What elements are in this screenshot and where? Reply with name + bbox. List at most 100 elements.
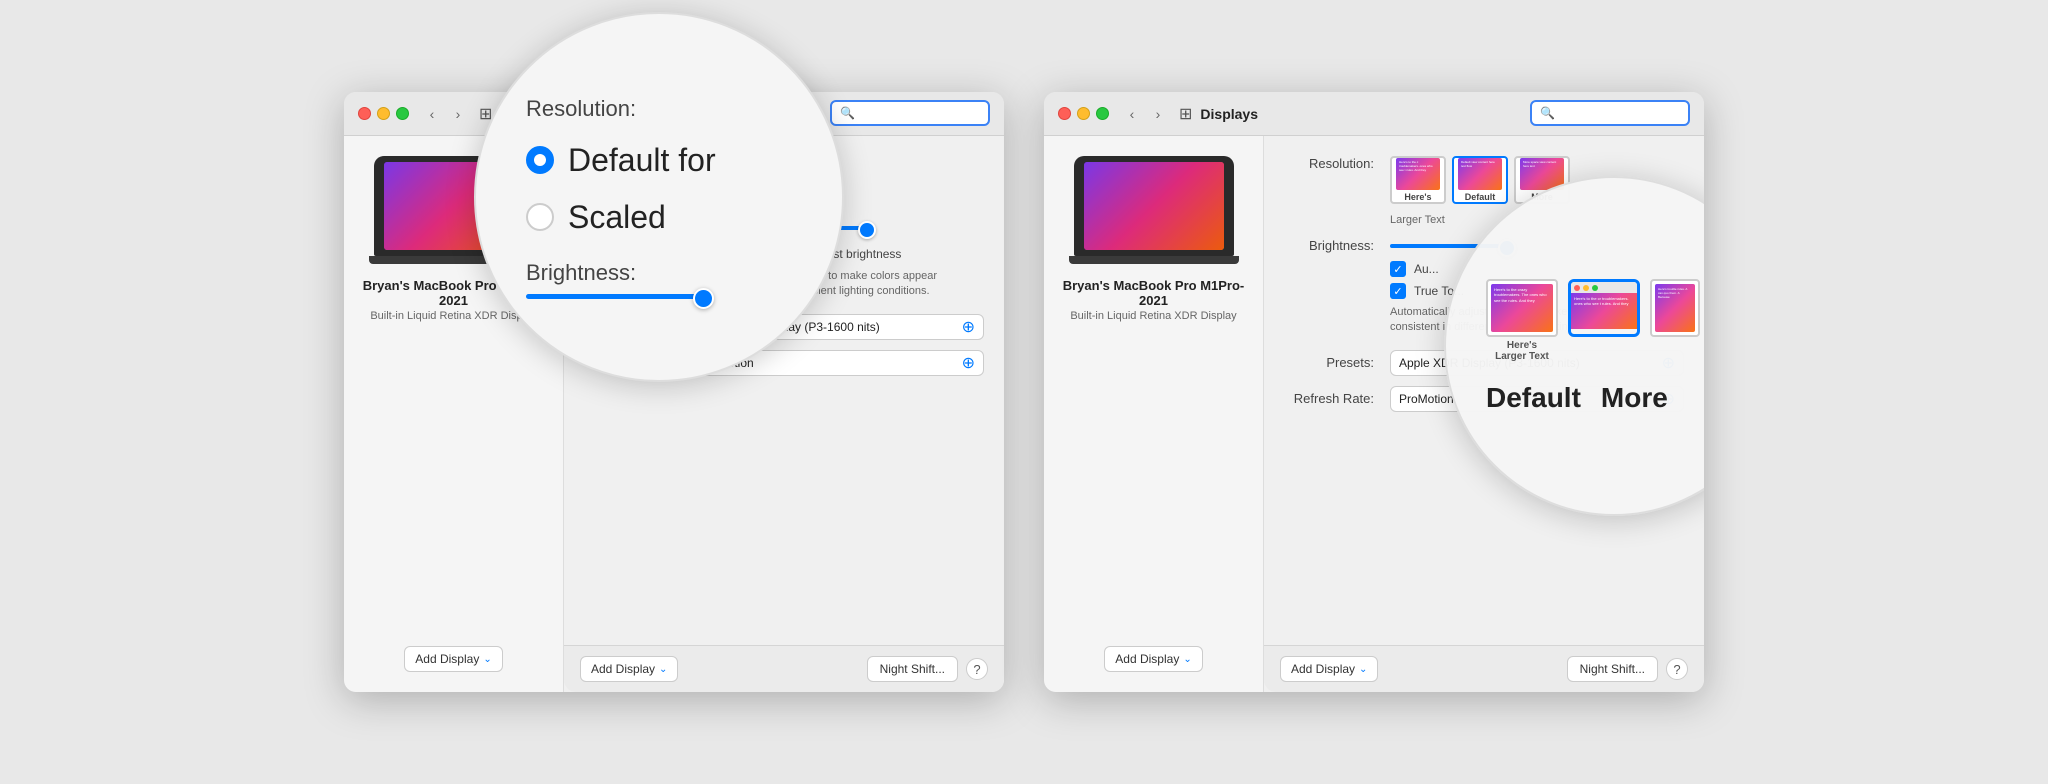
right-search-bar[interactable]: 🔍 (1530, 100, 1690, 126)
right-presets-label: Presets: (1284, 355, 1374, 370)
right-macbook-body (1074, 156, 1234, 256)
right-magnifier-content: Here's to the crazy troublemakers. The o… (1446, 178, 1704, 514)
left-traffic-lights (358, 107, 409, 120)
left-mag-radio-group: Default for Scaled (526, 142, 716, 236)
right-close-button[interactable] (1058, 107, 1071, 120)
left-presets-arrow-icon: ⊕ (962, 317, 975, 337)
right-add-display-chevron-icon: ⌄ (1183, 654, 1191, 665)
right-device-sub: Built-in Liquid Retina XDR Display (1070, 310, 1236, 322)
right-mag-thumb2-tl-red (1574, 285, 1580, 291)
left-bottom-bar: Add Display ⌄ Night Shift... ? (564, 645, 1004, 692)
right-thumb3-text: More space view content here text (1523, 161, 1561, 169)
right-nav-buttons: ‹ › (1121, 103, 1169, 125)
right-mag-thumb2-titlebar (1571, 282, 1637, 293)
right-mag-thumb2-tl-green (1592, 285, 1598, 291)
left-bottom-add-display-button[interactable]: Add Display ⌄ (580, 656, 678, 682)
left-magnifier-content: Resolution: Default for Scaled Brightnes… (476, 14, 842, 380)
right-mag-thumb1[interactable]: Here's to the crazy troublemakers. The o… (1486, 279, 1558, 337)
left-forward-button[interactable]: › (447, 103, 469, 125)
right-window: ‹ › ⊞ Displays 🔍 Bry (1044, 92, 1704, 692)
right-search-placeholder: 🔍 (1540, 106, 1555, 120)
right-thumb2-label: Default (1465, 192, 1496, 202)
right-mag-thumb3-text: Here's trouble rules. A can quo them. A … (1658, 287, 1692, 300)
right-back-button[interactable]: ‹ (1121, 103, 1143, 125)
right-sidebar: Bryan's MacBook Pro M1Pro-2021 Built-in … (1044, 136, 1264, 692)
right-bottom-bar: Add Display ⌄ Night Shift... ? (1264, 645, 1704, 692)
right-thumb1-label: Here's (1404, 192, 1431, 202)
right-mag-thumb2[interactable]: Here's to the cr troublemakers. ones who… (1568, 279, 1640, 337)
left-bottom-chevron-icon: ⌄ (659, 664, 667, 675)
right-minimize-button[interactable] (1077, 107, 1090, 120)
right-main-content: Resolution: Here's to the c troublemaker… (1264, 136, 1704, 692)
right-bottom-add-display-label: Add Display (1291, 662, 1355, 676)
right-mag-thumbnails: Here's to the crazy troublemakers. The o… (1486, 279, 1700, 362)
right-thumb1-text: Here's to the c troublemakers. ones who … (1399, 161, 1437, 173)
right-screen-content (1084, 162, 1224, 250)
right-mag-thumb2-text: Here's to the cr troublemakers. ones who… (1574, 296, 1634, 307)
right-help-button[interactable]: ? (1666, 658, 1688, 680)
left-maximize-button[interactable] (396, 107, 409, 120)
right-add-display-button[interactable]: Add Display ⌄ (1104, 646, 1202, 672)
right-window-title: Displays (1200, 106, 1258, 122)
right-traffic-lights (1058, 107, 1109, 120)
left-add-display-button[interactable]: Add Display ⌄ (404, 646, 502, 672)
left-minimize-button[interactable] (377, 107, 390, 120)
right-mag-more-label: More (1601, 382, 1668, 414)
right-bottom-chevron-icon: ⌄ (1359, 664, 1367, 675)
right-device-image (1074, 156, 1234, 266)
right-auto-brightness-checkbox[interactable] (1390, 261, 1406, 277)
left-bottom-add-display-label: Add Display (591, 662, 655, 676)
right-night-shift-button[interactable]: Night Shift... (1567, 656, 1658, 682)
right-grid-icon[interactable]: ⊞ (1179, 104, 1192, 124)
right-mag-thumb1-sublabel: Larger Text (1495, 351, 1549, 362)
left-device-sub: Built-in Liquid Retina XDR Display (370, 310, 536, 322)
right-add-display-label: Add Display (1115, 652, 1179, 666)
screenshots-container: ‹ › ⊞ Displays 🔍 Bry (0, 0, 2048, 784)
left-mag-brightness-section: Brightness: (526, 260, 706, 299)
left-mag-brightness-slider[interactable] (526, 294, 706, 299)
left-mag-radio-scaled-circle[interactable] (526, 203, 554, 231)
right-maximize-button[interactable] (1096, 107, 1109, 120)
left-mag-radio-default[interactable]: Default for (526, 142, 716, 179)
right-brightness-label: Brightness: (1284, 238, 1374, 253)
left-night-shift-button[interactable]: Night Shift... (867, 656, 958, 682)
right-mag-thumb3-screen: Here's trouble rules. A can quo them. A … (1655, 284, 1695, 332)
right-bottom-add-display-button[interactable]: Add Display ⌄ (1280, 656, 1378, 682)
right-macbook-base (1069, 256, 1239, 264)
left-mag-resolution-label: Resolution: (526, 96, 636, 122)
right-titlebar: ‹ › ⊞ Displays 🔍 (1044, 92, 1704, 136)
left-magnifier: Resolution: Default for Scaled Brightnes… (474, 12, 844, 382)
right-resolution-label: Resolution: (1284, 156, 1374, 171)
left-mag-scaled-label: Scaled (568, 199, 666, 236)
right-macbook-screen (1084, 162, 1224, 250)
right-mag-large-labels: Default More (1486, 382, 1668, 414)
left-window: ‹ › ⊞ Displays 🔍 Bry (344, 92, 1004, 692)
right-auto-brightness-label: Au... (1414, 262, 1439, 276)
right-mag-thumb2-tl-yellow (1583, 285, 1589, 291)
right-res-thumb-larger-text[interactable]: Here's to the c troublemakers. ones who … (1390, 156, 1446, 204)
right-mag-thumb1-container: Here's to the crazy troublemakers. The o… (1486, 279, 1558, 362)
left-back-button[interactable]: ‹ (421, 103, 443, 125)
right-refresh-label: Refresh Rate: (1284, 391, 1374, 406)
left-refresh-arrow-icon: ⊕ (962, 353, 975, 373)
right-thumb2-text: Default view content here text flow (1461, 161, 1499, 169)
right-true-tone-checkbox[interactable] (1390, 283, 1406, 299)
right-refresh-value: ProMotion (1399, 392, 1454, 406)
right-window-body: Bryan's MacBook Pro M1Pro-2021 Built-in … (1044, 136, 1704, 692)
right-device-name: Bryan's MacBook Pro M1Pro-2021 (1060, 278, 1247, 308)
right-res-thumb-default[interactable]: Default view content here text flow Defa… (1452, 156, 1508, 204)
left-search-bar[interactable]: 🔍 (830, 100, 990, 126)
left-search-placeholder: 🔍 (840, 106, 855, 120)
right-mag-thumb3[interactable]: Here's trouble rules. A can quo them. A … (1650, 279, 1700, 337)
right-mag-thumb2-container: Here's to the cr troublemakers. ones who… (1568, 279, 1640, 362)
right-forward-button[interactable]: › (1147, 103, 1169, 125)
left-mag-radio-default-circle[interactable] (526, 146, 554, 174)
right-mag-thumb1-text: Here's to the crazy troublemakers. The o… (1494, 287, 1550, 304)
left-close-button[interactable] (358, 107, 371, 120)
right-mag-thumb1-screen: Here's to the crazy troublemakers. The o… (1491, 284, 1553, 332)
left-mag-radio-scaled[interactable]: Scaled (526, 199, 716, 236)
left-nav-buttons: ‹ › (421, 103, 469, 125)
left-mag-brightness-label: Brightness: (526, 260, 706, 286)
left-help-button[interactable]: ? (966, 658, 988, 680)
left-add-display-chevron-icon: ⌄ (483, 654, 491, 665)
